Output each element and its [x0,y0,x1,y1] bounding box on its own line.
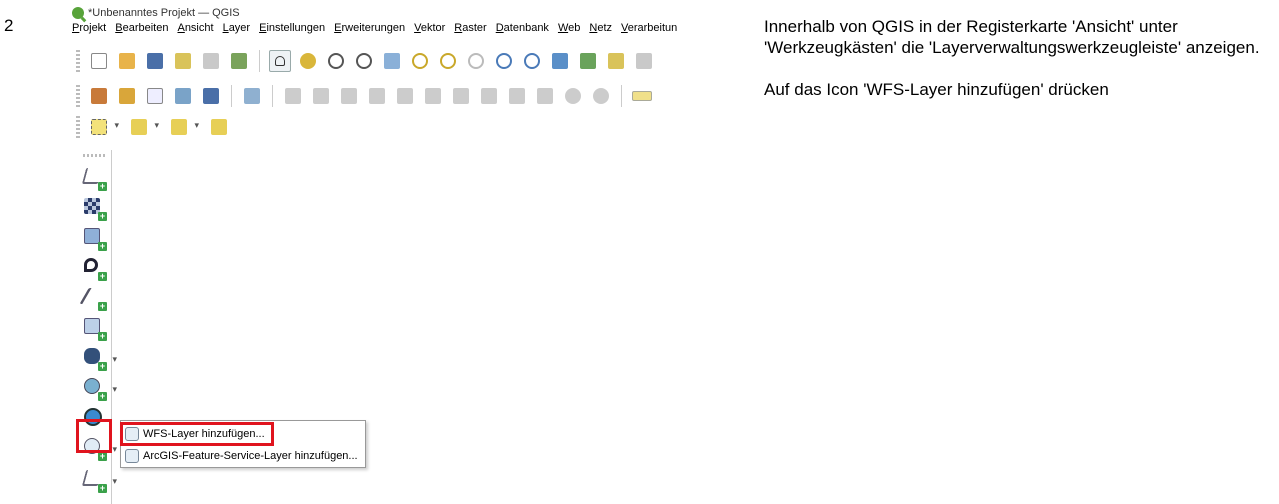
new-virtual-layer-icon[interactable] [241,85,263,107]
select-features-icon[interactable] [88,116,119,138]
menu-datenbank[interactable]: Datenbank [496,22,549,34]
new-project-icon[interactable] [88,50,110,72]
window-title: *Unbenanntes Projekt — QGIS [88,7,240,19]
refresh-icon[interactable] [605,50,627,72]
menu-projekt[interactable]: Projekt [72,22,106,34]
add-mesh-layer-icon[interactable]: + [82,226,107,251]
menu-web[interactable]: Web [558,22,580,34]
style-manager-icon[interactable] [228,50,250,72]
add-vector-layer-icon[interactable]: + [81,166,107,191]
add-vector-layer-2-icon[interactable]: + ▾ [81,468,117,493]
digitizing-toolbar [76,85,653,107]
menu-item-arcgis-label: ArcGIS-Feature-Service-Layer hinzufügen.… [143,450,358,462]
redo-icon[interactable] [590,85,612,107]
wfs-item-highlight [120,422,274,446]
select-location-icon[interactable] [208,116,230,138]
toggle-editing-icon[interactable] [116,85,138,107]
select-by-value-icon[interactable] [128,116,159,138]
new-bookmark-icon[interactable] [549,50,571,72]
save-edits-icon[interactable] [338,85,360,107]
menu-bar: Projekt Bearbeiten Ansicht Layer Einstel… [72,22,677,34]
digitize-line-icon[interactable] [310,85,332,107]
zoom-native-icon[interactable] [465,50,487,72]
layout-manager-icon[interactable] [200,50,222,72]
label-tool-icon[interactable] [631,85,653,107]
zoom-to-layer-icon[interactable] [437,50,459,72]
pan-to-selection-icon[interactable] [297,50,319,72]
instruction-paragraph-2: Auf das Icon 'WFS-Layer hinzufügen' drüc… [764,80,1109,99]
toolbar-grip[interactable] [76,50,80,72]
zoom-in-icon[interactable] [325,50,347,72]
toolbar-separator [259,50,260,72]
menu-erweiterungen[interactable]: Erweiterungen [334,22,405,34]
menu-einstellungen[interactable]: Einstellungen [259,22,325,34]
selection-toolbar [76,116,230,138]
zoom-last-icon[interactable] [493,50,515,72]
pan-map-icon[interactable] [269,50,291,72]
new-geopackage-icon[interactable] [172,85,194,107]
paste-features-icon[interactable] [534,85,556,107]
digitize-pencil-icon[interactable] [282,85,304,107]
wfs-button-highlight [76,419,112,453]
undo-icon[interactable] [562,85,584,107]
add-virtual-layer-icon[interactable]: + [82,316,107,341]
menu-vektor[interactable]: Vektor [414,22,445,34]
menu-bearbeiten[interactable]: Bearbeiten [115,22,168,34]
menu-verarbeitung[interactable]: Verarbeitun [621,22,677,34]
temporal-icon[interactable] [633,50,655,72]
project-toolbar [76,50,655,72]
save-project-icon[interactable] [144,50,166,72]
cut-features-icon[interactable] [478,85,500,107]
add-raster-layer-icon[interactable]: + [82,196,107,221]
step-number: 2 [4,16,14,35]
add-gps-icon[interactable]: + [79,286,107,311]
toolbar-grip[interactable] [83,154,105,157]
instruction-paragraph-1: Innerhalb von QGIS in der Registerkarte … [764,17,1260,57]
menu-layer[interactable]: Layer [223,22,251,34]
toolbar-grip[interactable] [76,85,80,107]
toolbar-separator [272,85,273,107]
zoom-out-icon[interactable] [353,50,375,72]
zoom-to-selection-icon[interactable] [409,50,431,72]
menu-item-arcgis[interactable]: ArcGIS-Feature-Service-Layer hinzufügen.… [125,447,358,465]
toolbar-grip[interactable] [76,116,80,138]
toolbar-separator [621,85,622,107]
zoom-full-icon[interactable] [381,50,403,72]
copy-features-icon[interactable] [506,85,528,107]
new-print-layout-icon[interactable] [172,50,194,72]
menu-netz[interactable]: Netz [589,22,612,34]
show-bookmarks-icon[interactable] [577,50,599,72]
add-wms-icon[interactable]: + ▾ [82,376,117,401]
add-postgis-icon[interactable]: + ▾ [82,346,117,371]
arcgis-icon [125,449,139,463]
menu-ansicht[interactable]: Ansicht [177,22,213,34]
delete-selected-icon[interactable] [450,85,472,107]
add-delimited-text-icon[interactable]: + [82,256,107,281]
modify-attributes-icon[interactable] [422,85,444,107]
new-shapefile-icon[interactable] [144,85,166,107]
vertex-tool-icon[interactable] [394,85,416,107]
title-bar: *Unbenanntes Projekt — QGIS [72,6,240,20]
deselect-features-icon[interactable] [168,116,199,138]
new-spatialite-icon[interactable] [200,85,222,107]
menu-raster[interactable]: Raster [454,22,486,34]
add-feature-icon[interactable] [366,85,388,107]
current-edits-icon[interactable] [88,85,110,107]
qgis-logo-icon [72,7,84,19]
open-project-icon[interactable] [116,50,138,72]
instructions: Innerhalb von QGIS in der Registerkarte … [764,16,1274,121]
toolbar-separator [231,85,232,107]
zoom-next-icon[interactable] [521,50,543,72]
